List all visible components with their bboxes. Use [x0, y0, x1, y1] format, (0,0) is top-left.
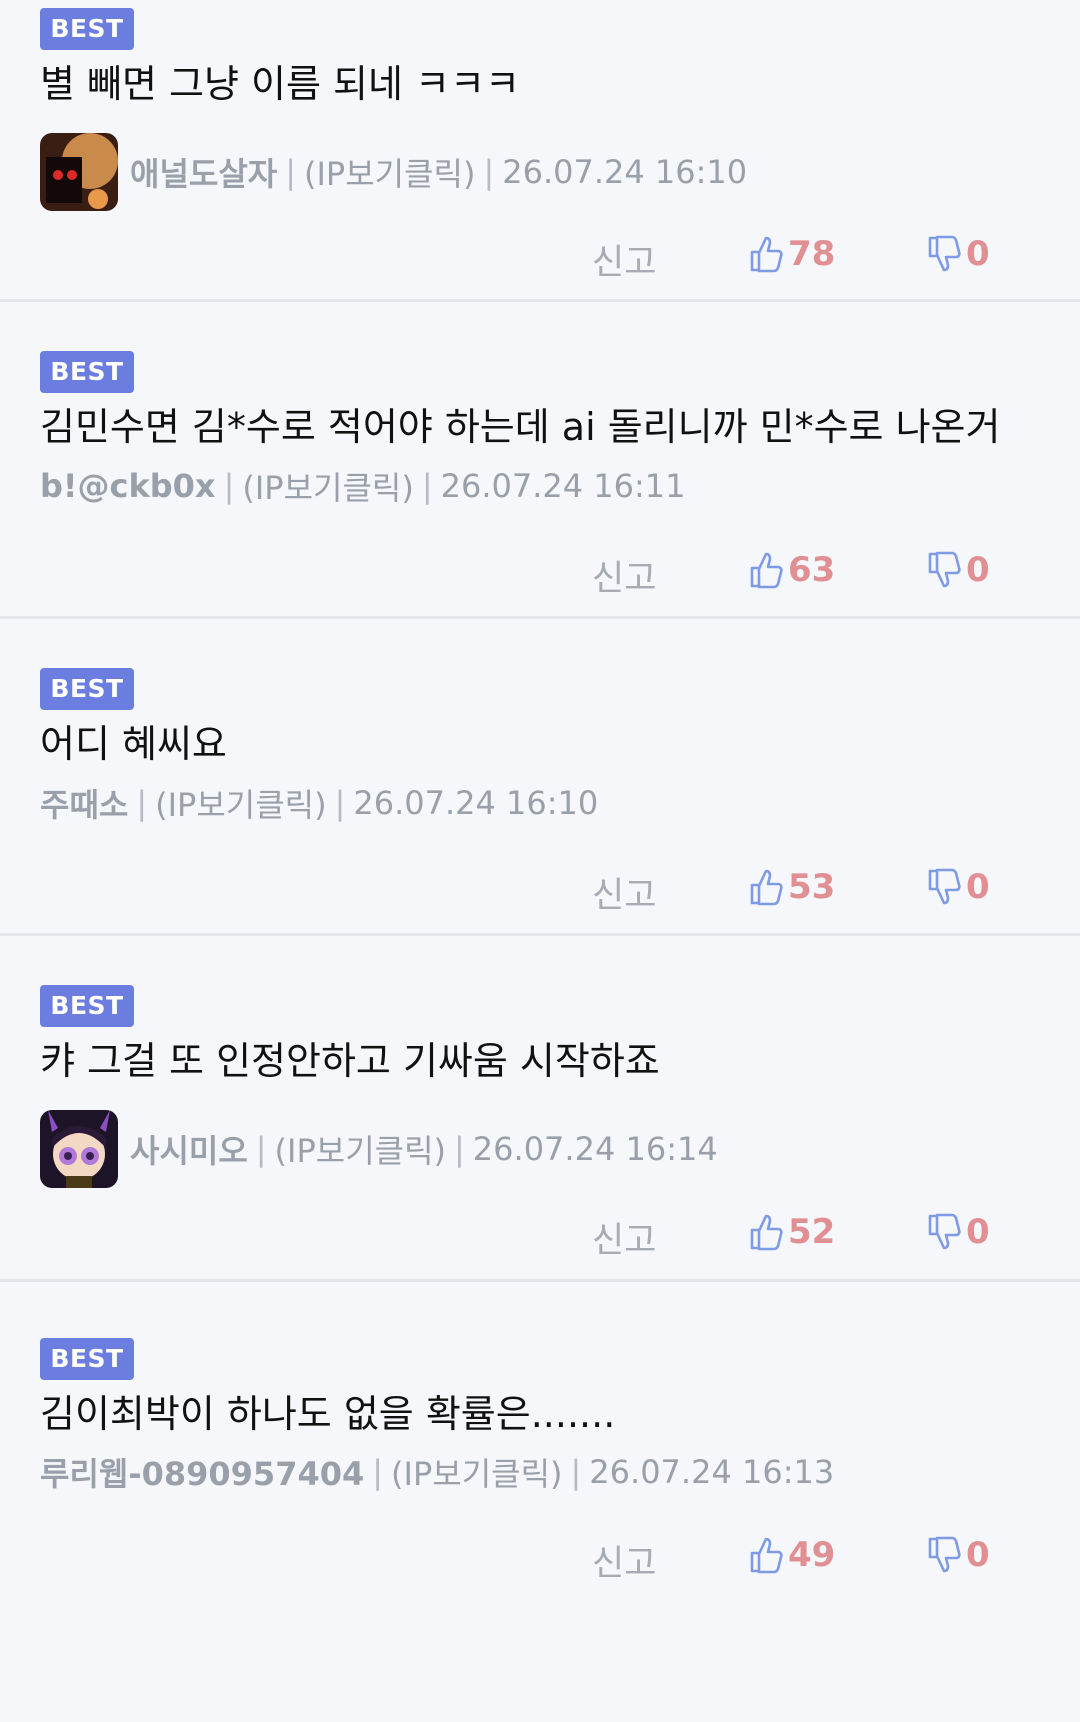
dislike-count: 0 [966, 867, 990, 907]
nickname[interactable]: 루리웹-0890957404 [40, 1449, 364, 1495]
comment-actions: 신고 49 0 [0, 1529, 1080, 1589]
best-badge: BEST [40, 1338, 134, 1380]
ip-link[interactable]: (IP보기클릭) [391, 1449, 562, 1495]
separator: | [255, 1130, 267, 1168]
thumbs-down-icon [928, 1536, 961, 1573]
report-button[interactable]: 신고 [592, 1212, 656, 1263]
timestamp: 26.07.24 16:13 [589, 1453, 835, 1491]
ip-link[interactable]: (IP보기클릭) [242, 463, 413, 509]
nickname[interactable]: 사시미오 [130, 1126, 248, 1172]
comment-meta: 사시미오 | (IP보기클릭) | 26.07.24 16:14 [40, 1109, 718, 1189]
dislike-count: 0 [966, 1212, 990, 1252]
comment-meta: 애널도살자 | (IP보기클릭) | 26.07.24 16:10 [40, 132, 747, 212]
best-badge: BEST [40, 351, 134, 393]
dislike-button[interactable]: 0 [926, 867, 990, 907]
like-button[interactable]: 63 [748, 550, 835, 590]
timestamp: 26.07.24 16:10 [353, 784, 599, 822]
comment-item: BEST 어디 혜씨요 주때소 | (IP보기클릭) | 26.07.24 16… [0, 619, 1080, 936]
dislike-count: 0 [966, 234, 990, 274]
thumbs-down-icon [928, 551, 961, 588]
comment-actions: 신고 53 0 [0, 861, 1080, 921]
thumbs-up-icon [750, 1537, 783, 1574]
report-button[interactable]: 신고 [592, 234, 656, 285]
comment-item: BEST 별 빼면 그냥 이름 되네 ㅋㅋㅋ 애널도살자 | (IP보기클릭) … [0, 0, 1080, 302]
thumbs-down-icon [928, 235, 961, 272]
comment-meta: 주때소 | (IP보기클릭) | 26.07.24 16:10 [40, 763, 598, 843]
avatar[interactable] [40, 133, 118, 211]
dislike-button[interactable]: 0 [926, 234, 990, 274]
timestamp: 26.07.24 16:10 [502, 153, 748, 191]
dislike-button[interactable]: 0 [926, 1212, 990, 1252]
comment-item: BEST 김이최박이 하나도 없을 확률은....... 루리웹-0890957… [0, 1282, 1080, 1722]
like-button[interactable]: 53 [748, 867, 835, 907]
thumbs-down-icon [928, 1213, 961, 1250]
like-count: 63 [788, 550, 836, 590]
thumbs-up-icon [750, 869, 783, 906]
separator: | [454, 1130, 465, 1168]
ip-link[interactable]: (IP보기클릭) [155, 780, 326, 826]
comment-meta: b!@ckb0x | (IP보기클릭) | 26.07.24 16:11 [40, 446, 685, 526]
separator: | [483, 153, 495, 191]
separator: | [421, 467, 433, 505]
comment-actions: 신고 52 0 [0, 1206, 1080, 1266]
comment-text: 별 빼면 그냥 이름 되네 ㅋㅋㅋ [40, 62, 520, 106]
separator: | [372, 1453, 384, 1491]
like-count: 78 [788, 234, 836, 274]
dislike-count: 0 [966, 550, 990, 590]
thumbs-up-icon [750, 552, 783, 589]
thumbs-up-icon [750, 236, 783, 273]
timestamp: 26.07.24 16:14 [472, 1130, 718, 1168]
separator: | [285, 153, 296, 191]
nickname[interactable]: 애널도살자 [130, 149, 277, 195]
comment-actions: 신고 63 0 [0, 544, 1080, 604]
ip-link[interactable]: (IP보기클릭) [304, 149, 475, 195]
ip-link[interactable]: (IP보기클릭) [275, 1126, 446, 1172]
separator: | [570, 1453, 582, 1491]
best-badge: BEST [40, 985, 134, 1027]
comment-actions: 신고 78 0 [0, 228, 1080, 288]
thumbs-down-icon [928, 868, 961, 905]
comment-item: BEST 김민수면 김*수로 적어야 하는데 ai 돌리니까 민*수로 나온거 … [0, 302, 1080, 619]
like-count: 53 [788, 867, 836, 907]
comment-meta: 루리웹-0890957404 | (IP보기클릭) | 26.07.24 16:… [40, 1432, 834, 1512]
comment-text: 캬 그걸 또 인정안하고 기싸움 시작하죠 [40, 1039, 660, 1083]
separator: | [136, 784, 148, 822]
separator: | [223, 467, 235, 505]
dislike-button[interactable]: 0 [926, 550, 990, 590]
timestamp: 26.07.24 16:11 [440, 467, 686, 505]
comment-list: BEST 별 빼면 그냥 이름 되네 ㅋㅋㅋ 애널도살자 | (IP보기클릭) … [0, 0, 1080, 1722]
comment-item: BEST 캬 그걸 또 인정안하고 기싸움 시작하죠 사시미오 | (IP보기클… [0, 936, 1080, 1282]
like-count: 52 [788, 1212, 836, 1252]
nickname[interactable]: b!@ckb0x [40, 467, 216, 505]
like-button[interactable]: 78 [748, 234, 835, 274]
dislike-button[interactable]: 0 [926, 1535, 990, 1575]
separator: | [334, 784, 346, 822]
like-button[interactable]: 49 [748, 1535, 835, 1575]
report-button[interactable]: 신고 [592, 867, 656, 918]
report-button[interactable]: 신고 [592, 1535, 656, 1586]
thumbs-up-icon [750, 1214, 783, 1251]
best-badge: BEST [40, 668, 134, 710]
nickname[interactable]: 주때소 [40, 780, 128, 826]
like-count: 49 [788, 1535, 836, 1575]
avatar[interactable] [40, 1110, 118, 1188]
best-badge: BEST [40, 8, 134, 50]
dislike-count: 0 [966, 1535, 990, 1575]
like-button[interactable]: 52 [748, 1212, 835, 1252]
report-button[interactable]: 신고 [592, 550, 656, 601]
